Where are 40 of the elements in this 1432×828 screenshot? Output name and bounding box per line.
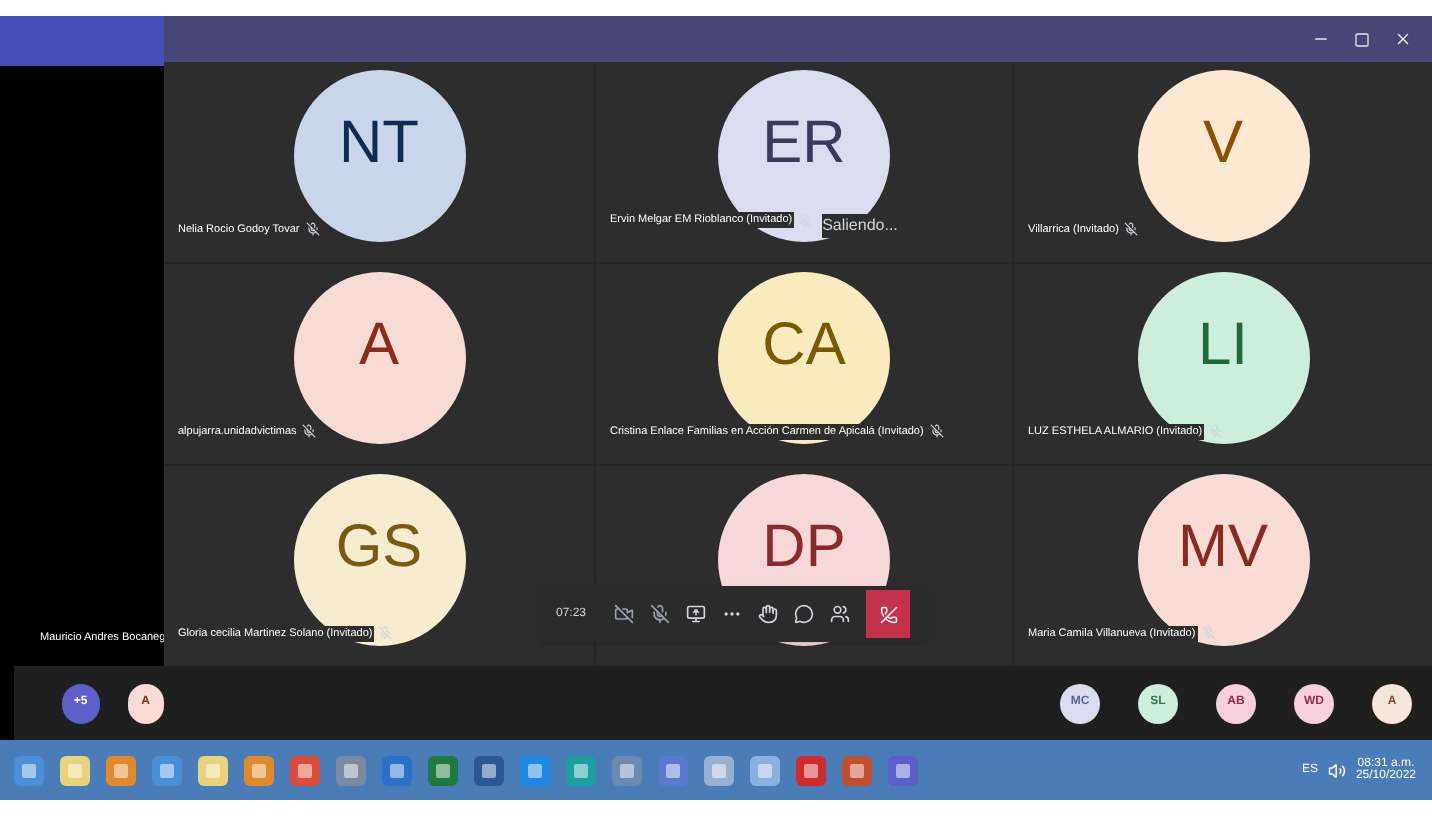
app-tile-icon[interactable] bbox=[242, 753, 276, 787]
avatar: V bbox=[1137, 70, 1309, 242]
app-tile-icon[interactable] bbox=[886, 753, 920, 787]
mic-off-icon[interactable] bbox=[650, 604, 671, 624]
chat-icon[interactable] bbox=[794, 604, 815, 624]
hang-up-button[interactable] bbox=[866, 590, 911, 638]
app-tile-icon[interactable] bbox=[334, 753, 368, 787]
muted-mic-icon bbox=[1201, 626, 1216, 641]
app-tile-icon[interactable] bbox=[380, 753, 414, 787]
app-tile-icon[interactable] bbox=[702, 753, 736, 787]
status-text: Saliendo... bbox=[822, 214, 898, 238]
app-tile-icon[interactable] bbox=[564, 753, 598, 787]
close-icon[interactable] bbox=[1394, 30, 1412, 48]
app-tile-icon[interactable] bbox=[656, 753, 690, 787]
phone-icon bbox=[879, 605, 898, 623]
app-tile-icon[interactable] bbox=[58, 753, 92, 787]
app-tile-icon[interactable] bbox=[794, 753, 828, 787]
app-tile-icon[interactable] bbox=[472, 753, 506, 787]
muted-mic-icon bbox=[1124, 222, 1139, 237]
muted-mic-icon bbox=[378, 626, 393, 641]
app-tile-icon[interactable] bbox=[104, 753, 138, 787]
camera-off-icon[interactable] bbox=[614, 604, 635, 624]
share-screen-icon[interactable] bbox=[686, 604, 707, 624]
app-tile-icon[interactable] bbox=[288, 753, 322, 787]
volume-icon[interactable] bbox=[1327, 761, 1346, 779]
app-tile-icon[interactable] bbox=[610, 753, 644, 787]
muted-mic-icon bbox=[1208, 424, 1223, 439]
maximize-icon[interactable] bbox=[1354, 31, 1370, 47]
app-tile-icon[interactable] bbox=[196, 753, 230, 787]
app-tile-icon[interactable] bbox=[150, 753, 184, 787]
raise-hand-icon[interactable] bbox=[758, 604, 779, 624]
muted-mic-icon bbox=[929, 424, 944, 439]
muted-mic-icon bbox=[305, 222, 320, 237]
app-tile-icon[interactable] bbox=[840, 753, 874, 787]
app-tile-icon[interactable] bbox=[426, 753, 460, 787]
participants-icon[interactable] bbox=[830, 604, 851, 624]
app-tile-icon[interactable] bbox=[748, 753, 782, 787]
app-tile-icon[interactable] bbox=[12, 753, 46, 787]
muted-mic-icon bbox=[302, 424, 317, 439]
app-tile-icon[interactable] bbox=[518, 753, 552, 787]
